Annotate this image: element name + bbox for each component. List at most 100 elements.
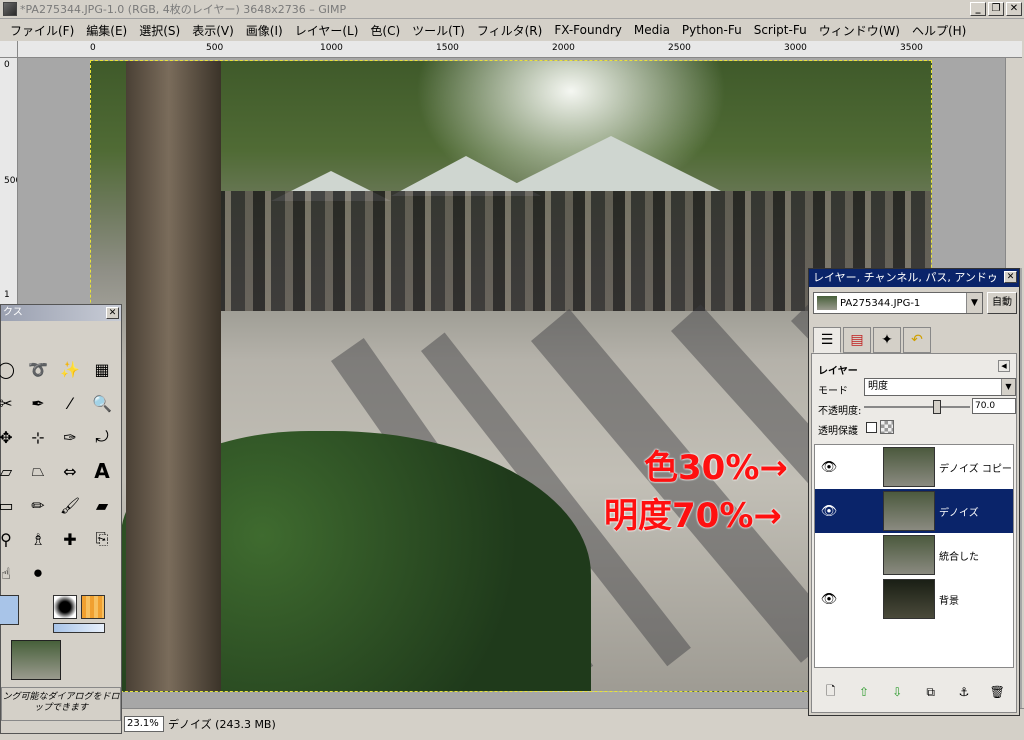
tab-layers[interactable]: ☰	[813, 327, 841, 353]
dodge-burn-icon[interactable]: ⚫	[25, 561, 51, 585]
active-image-thumbnail[interactable]	[11, 640, 61, 680]
menu-python-fu[interactable]: Python-Fu	[676, 23, 748, 37]
tab-undo[interactable]: ↶	[903, 327, 931, 353]
delete-layer-icon[interactable]: 🗑	[987, 682, 1007, 702]
menu-edit[interactable]: 編集(E)	[80, 22, 133, 39]
menu-layer[interactable]: レイヤー(L)	[289, 22, 365, 39]
eraser-icon[interactable]: ▰	[89, 493, 115, 517]
heal-icon[interactable]: ✚	[57, 527, 83, 551]
pencil-icon[interactable]: ✏	[25, 493, 51, 517]
tab-paths[interactable]: ✦	[873, 327, 901, 353]
mode-select[interactable]: 明度 ▼	[864, 378, 1016, 396]
menu-image[interactable]: 画像(I)	[240, 22, 289, 39]
maximize-button[interactable]: ❐	[988, 2, 1004, 16]
ruler-tick: 1500	[436, 43, 459, 53]
new-layer-icon[interactable]: 🗋	[821, 682, 841, 702]
dock-tabs: ☰ ▤ ✦ ↶	[813, 327, 931, 353]
close-button[interactable]: ✕	[1006, 2, 1022, 16]
fg-bg-color[interactable]	[0, 595, 19, 625]
eye-icon[interactable]: 👁	[815, 460, 843, 475]
menu-fx-foundry[interactable]: FX-Foundry	[548, 23, 628, 37]
panel-menu-button[interactable]: ◀	[998, 360, 1010, 372]
minimize-button[interactable]: _	[970, 2, 986, 16]
status-text: デノイズ (243.3 MB)	[168, 718, 276, 731]
window-title: *PA275344.JPG-1.0 (RGB, 4枚のレイヤー) 3648x27…	[20, 3, 347, 16]
toolbox-titlebar: クス ✕	[1, 305, 121, 321]
perspective-icon[interactable]: ⏢	[25, 459, 51, 483]
layer-name[interactable]: 背景	[939, 592, 959, 607]
toolbox-close-button[interactable]: ✕	[106, 307, 119, 319]
ruler-tick: 2000	[552, 43, 575, 53]
gimp-app-icon	[3, 2, 17, 16]
tent-roof	[501, 136, 721, 191]
eye-icon[interactable]: 👁	[815, 504, 843, 519]
lower-layer-icon[interactable]: ⇩	[887, 682, 907, 702]
chevron-down-icon[interactable]: ▼	[1001, 379, 1015, 395]
lock-alpha-checkbox[interactable]	[866, 422, 877, 433]
fuzzy-select-icon[interactable]: ✨	[57, 357, 83, 381]
raise-layer-icon[interactable]: ⇧	[854, 682, 874, 702]
menu-media[interactable]: Media	[628, 23, 676, 37]
ink-icon[interactable]: ♗	[25, 527, 51, 551]
brush-preview[interactable]	[53, 595, 77, 619]
text-icon[interactable]: A	[89, 459, 115, 483]
scissors-select-icon[interactable]: ✂	[0, 391, 19, 415]
ruler-tick: 0	[90, 43, 96, 53]
layer-name[interactable]: デノイズ	[939, 504, 979, 519]
pattern-preview[interactable]	[81, 595, 105, 619]
zoom-icon[interactable]: 🔍	[89, 391, 115, 415]
layer-name[interactable]: 統合した	[939, 548, 979, 563]
layer-row-selected[interactable]: 👁 デノイズ	[815, 489, 1013, 533]
zoom-select[interactable]: 23.1%	[124, 716, 164, 732]
lasso-select-icon[interactable]: ➰	[25, 357, 51, 381]
clone-icon[interactable]: ⎘	[89, 527, 115, 551]
menu-filters[interactable]: フィルタ(R)	[471, 22, 548, 39]
menu-view[interactable]: 表示(V)	[186, 22, 240, 39]
horizontal-ruler[interactable]: 0 500 1000 1500 2000 2500 3000 3500	[18, 41, 1022, 58]
move-icon[interactable]: ✥	[0, 425, 19, 449]
menu-script-fu[interactable]: Script-Fu	[748, 23, 813, 37]
paintbrush-icon[interactable]: 🖌	[57, 493, 83, 517]
shear-icon[interactable]: ▱	[0, 459, 19, 483]
menu-tools[interactable]: ツール(T)	[406, 22, 471, 39]
bucket-fill-icon[interactable]: ▭	[0, 493, 19, 517]
paths-icon[interactable]: ✒	[25, 391, 51, 415]
opacity-slider[interactable]	[864, 400, 970, 414]
tab-channels[interactable]: ▤	[843, 327, 871, 353]
layers-panel: レイヤー ◀ モード 明度 ▼ 不透明度: 70.0 透明保護 👁 デノイズ コ…	[811, 353, 1017, 713]
airbrush-icon[interactable]: ⚲	[0, 527, 19, 551]
anchor-layer-icon[interactable]: ⚓	[954, 682, 974, 702]
layer-row[interactable]: 👁 背景	[815, 577, 1013, 621]
layer-name[interactable]: デノイズ コピー	[939, 460, 1012, 475]
menu-colors[interactable]: 色(C)	[364, 22, 406, 39]
dock-title: レイヤー, チャンネル, パス, アンドゥ	[813, 271, 998, 284]
color-select-icon[interactable]: ▦	[89, 357, 115, 381]
toolbox-window: クス ✕ ◯ ➰ ✨ ▦ ✂ ✒ ⁄ 🔍 ✥ ⊹ ✑ ⤾ ▱ ⏢ ⇔ A ▭ ✏…	[0, 304, 122, 734]
eye-icon[interactable]: 👁	[815, 592, 843, 607]
dock-drop-area[interactable]: ング可能なダイアログをドロップできます	[1, 687, 121, 721]
rotate-icon[interactable]: ⤾	[89, 425, 115, 449]
auto-button[interactable]: 自動	[987, 292, 1017, 314]
chevron-down-icon[interactable]: ▼	[966, 293, 982, 313]
navigate-button[interactable]	[1005, 58, 1022, 268]
align-icon[interactable]: ⊹	[25, 425, 51, 449]
menu-windows[interactable]: ウィンドウ(W)	[813, 22, 906, 39]
layer-row[interactable]: 統合した	[815, 533, 1013, 577]
ruler-corner[interactable]	[0, 41, 18, 58]
ellipse-select-icon[interactable]: ◯	[0, 357, 19, 381]
opacity-slider-handle[interactable]	[933, 400, 941, 414]
smudge-icon[interactable]: ☝	[0, 561, 19, 585]
color-picker-icon[interactable]: ⁄	[57, 391, 83, 415]
crop-icon[interactable]: ✑	[57, 425, 83, 449]
menu-help[interactable]: ヘルプ(H)	[906, 22, 972, 39]
dock-close-button[interactable]: ✕	[1004, 271, 1017, 283]
gradient-preview[interactable]	[53, 623, 105, 633]
menu-file[interactable]: ファイル(F)	[4, 22, 80, 39]
flip-icon[interactable]: ⇔	[57, 459, 83, 483]
duplicate-layer-icon[interactable]: ⧉	[921, 682, 941, 702]
layer-thumbnail	[883, 535, 935, 575]
opacity-field[interactable]: 70.0	[972, 398, 1016, 414]
layer-row[interactable]: 👁 デノイズ コピー	[815, 445, 1013, 489]
menu-select[interactable]: 選択(S)	[133, 22, 186, 39]
image-selector[interactable]: PA275344.JPG-1 ▼	[813, 292, 983, 314]
